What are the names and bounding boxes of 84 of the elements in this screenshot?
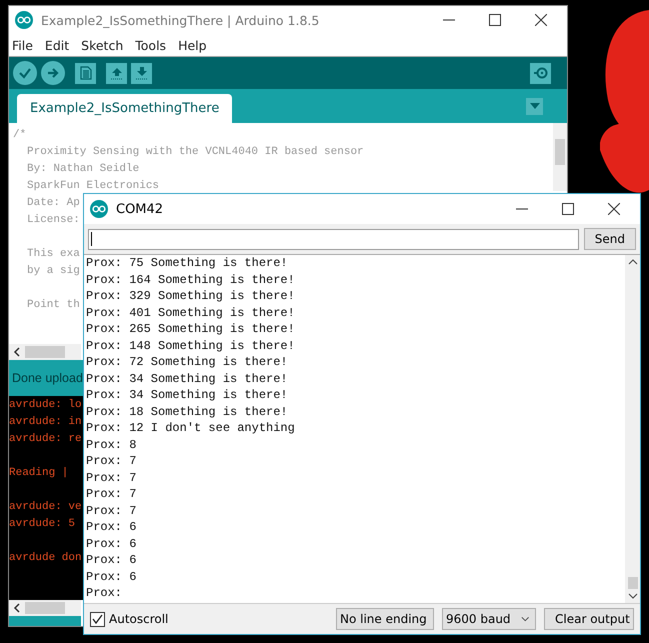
close-icon[interactable] [535, 14, 547, 26]
code-line: License: [27, 213, 80, 228]
window-title: Example2_IsSomethingThere | Arduino 1.8.5 [41, 12, 320, 28]
code-line: /* [13, 128, 26, 143]
output-line: Prox: 75 Something is there! [86, 255, 288, 272]
maximize-icon[interactable] [562, 203, 574, 215]
code-line: By: Nathan Seidle [27, 162, 140, 177]
logo-icon [15, 11, 33, 29]
chevron-icon [520, 616, 529, 622]
open-button[interactable] [106, 62, 127, 84]
close-icon[interactable] [608, 203, 620, 215]
scroll-left-icon[interactable] [13, 347, 21, 357]
send-button[interactable]: Send [584, 228, 636, 250]
code-line: Point th [27, 298, 80, 313]
output-line: Prox: 265 Something is there! [86, 321, 295, 338]
scrollbar[interactable] [625, 255, 640, 603]
output-line: Prox: 7 [86, 453, 136, 470]
menu-item[interactable]: Help [177, 38, 208, 52]
code-line: Date: Ap [27, 196, 80, 211]
code-line: This exa [27, 247, 80, 262]
console-line: Reading | [9, 466, 68, 481]
scrollbar[interactable] [553, 123, 567, 191]
output-line: Prox: 148 Something is there! [86, 338, 295, 354]
footer-bar [9, 616, 81, 626]
code-line: SparkFun Electronics [27, 179, 160, 194]
verify-button[interactable] [13, 61, 37, 85]
output-line: Prox: 6 [86, 568, 136, 585]
check-icon [18, 66, 32, 80]
output-line: Prox: 6 [86, 552, 136, 568]
console-line: avrdude don [9, 551, 82, 566]
sketch-tab[interactable]: Example2_IsSomethingThere [17, 94, 232, 123]
output-line: Prox: 401 Something is there! [86, 304, 295, 321]
code-line: by a sig [27, 264, 80, 279]
console-line: avrdude: in [9, 415, 82, 430]
output-line: Prox: 7 [86, 470, 136, 486]
console-line: avrdude: re [9, 432, 82, 447]
serial-monitor-button[interactable] [530, 62, 551, 84]
output-line: Prox: 6 [86, 519, 136, 536]
menu-item[interactable]: Edit [44, 38, 70, 52]
console-line: avrdude: lo [9, 398, 82, 413]
triangle-down-icon [530, 103, 540, 109]
scroll-left-icon[interactable] [13, 603, 21, 613]
checkbox-label: Autoscroll [109, 612, 168, 626]
document-icon [80, 66, 92, 80]
output-line: Prox: 6 [86, 536, 136, 552]
output-line: Prox: 7 [86, 486, 136, 502]
save-button[interactable] [131, 62, 152, 84]
output-line: Prox: 7 [86, 502, 136, 519]
menu-item[interactable]: File [11, 38, 34, 52]
output-line: Prox: 34 Something is there! [86, 387, 288, 404]
down-arrow-icon [134, 66, 148, 80]
right-arrow-icon [46, 66, 60, 80]
scrollbar-thumb[interactable] [628, 577, 638, 589]
scroll-up-icon[interactable] [628, 259, 638, 265]
maximize-icon[interactable] [489, 14, 501, 26]
scroll-down-icon[interactable] [628, 593, 638, 599]
clear-output-button[interactable]: Clear output [544, 608, 634, 630]
menu-item[interactable]: Sketch [80, 38, 124, 52]
logo-icon [90, 200, 108, 218]
upload-button[interactable] [41, 61, 65, 85]
up-arrow-icon [110, 66, 124, 80]
input-field[interactable] [88, 228, 579, 250]
code-line: Proximity Sensing with the VCNL4040 IR based sensor [27, 145, 364, 160]
console-line: avrdude: 5 [9, 517, 76, 532]
output-line: Prox: 329 Something is there! [86, 288, 295, 304]
tab-menu-button[interactable] [526, 98, 543, 114]
magnifier-icon [532, 66, 548, 80]
checkbox[interactable] [90, 612, 105, 626]
baud-dropdown[interactable]: 9600 baud [442, 608, 536, 630]
output-line: Prox: 34 Something is there! [86, 370, 288, 387]
menu-item[interactable]: Tools [134, 38, 168, 52]
output-line: Prox: 12 I don't see anything [86, 420, 295, 436]
status-message: Done upload [12, 371, 83, 385]
output-line: Prox: 18 Something is there! [86, 404, 288, 420]
scrollbar[interactable] [9, 600, 81, 616]
scrollbar[interactable] [9, 344, 81, 360]
output-line: Prox: [86, 585, 122, 602]
output-line: Prox: 164 Something is there! [86, 272, 295, 288]
output-line: Prox: 8 [86, 436, 136, 453]
output-line: Prox: 72 Something is there! [86, 354, 288, 370]
line-ending-dropdown[interactable]: No line ending [336, 608, 434, 630]
window-title: COM42 [116, 202, 164, 216]
new-button[interactable] [75, 62, 96, 84]
console-line: avrdude: ve [9, 500, 82, 515]
